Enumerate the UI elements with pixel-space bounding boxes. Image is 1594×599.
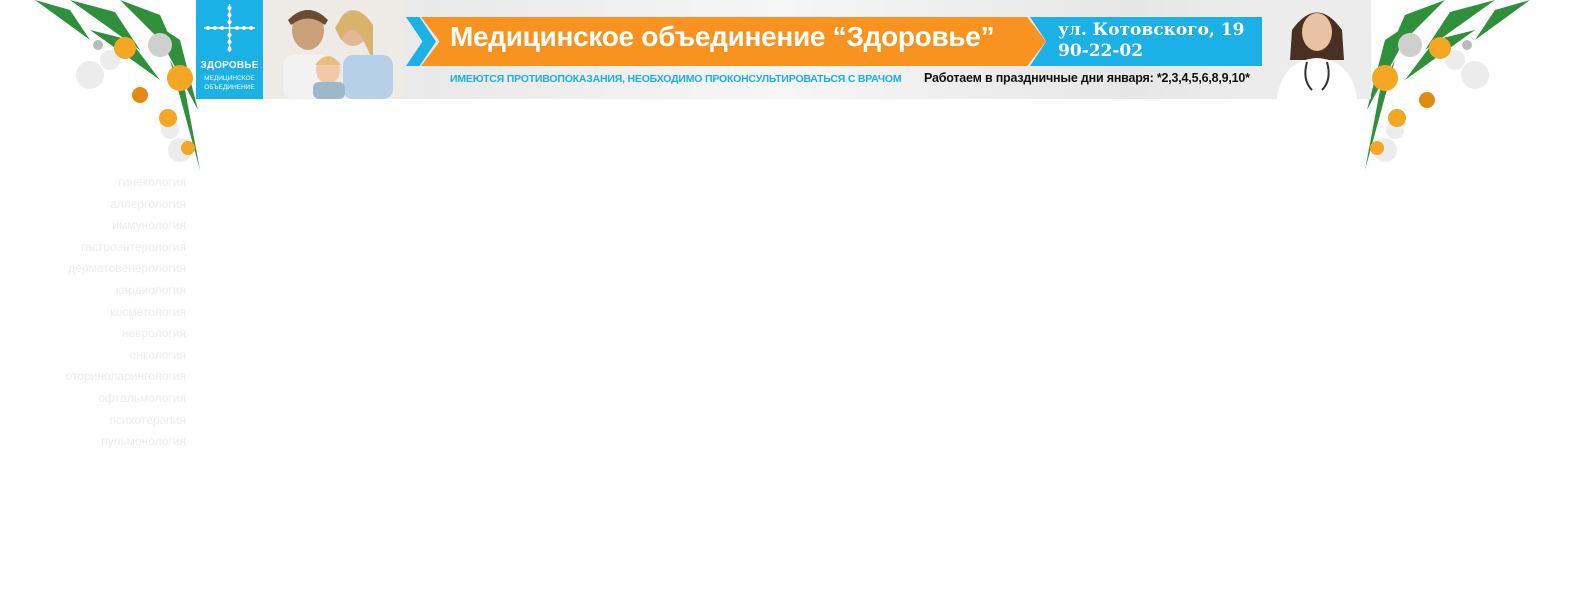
menu-item[interactable]: офтальмология — [20, 388, 186, 410]
logo-name: ЗДОРОВЬЕ — [200, 60, 259, 71]
header-banner: ЗДОРОВЬЕ МЕДИЦИНСКОЕ ОБЪЕДИНЕНИЕ Медицин… — [196, 0, 1371, 99]
logo[interactable]: ЗДОРОВЬЕ МЕДИЦИНСКОЕ ОБЪЕДИНЕНИЕ — [196, 0, 263, 99]
menu-item[interactable]: иммунология — [20, 215, 186, 237]
christmas-garland-right — [1365, 0, 1530, 170]
address: ул. Котовского, 19 — [1058, 20, 1245, 40]
doctor-photo — [1262, 0, 1371, 99]
site-title: Медицинское объединение “Здоровье” — [450, 21, 995, 52]
phone-number[interactable]: 90-22-02 — [1058, 41, 1143, 61]
family-photo — [263, 0, 403, 99]
menu-item[interactable]: гинекология — [20, 172, 186, 194]
menu-item[interactable]: оториноларингология — [20, 366, 186, 388]
christmas-garland-left — [35, 0, 200, 170]
menu-item[interactable]: психотерапия — [20, 410, 186, 432]
menu-item[interactable]: кардиология — [20, 280, 186, 302]
logo-subtitle-line2: ОБЪЕДИНЕНИЕ — [204, 84, 255, 91]
menu-item[interactable]: аллергология — [20, 194, 186, 216]
logo-cross-icon — [204, 4, 255, 52]
logo-subtitle: МЕДИЦИНСКОЕ ОБЪЕДИНЕНИЕ — [196, 74, 263, 92]
holiday-schedule: Работаем в праздничные дни января: *2,3,… — [924, 71, 1250, 85]
menu-item[interactable]: дерматовенерология — [20, 258, 186, 280]
menu-item[interactable]: онкология — [20, 345, 186, 367]
menu-item[interactable]: гастроэнтерология — [20, 237, 186, 259]
menu-item[interactable]: пульмонология — [20, 431, 186, 453]
menu-item[interactable]: неврология — [20, 323, 186, 345]
disclaimer-text: ИМЕЮТСЯ ПРОТИВОПОКАЗАНИЯ, НЕОБХОДИМО ПРО… — [450, 73, 902, 85]
menu-item[interactable]: косметология — [20, 302, 186, 324]
logo-subtitle-line1: МЕДИЦИНСКОЕ — [204, 75, 255, 82]
